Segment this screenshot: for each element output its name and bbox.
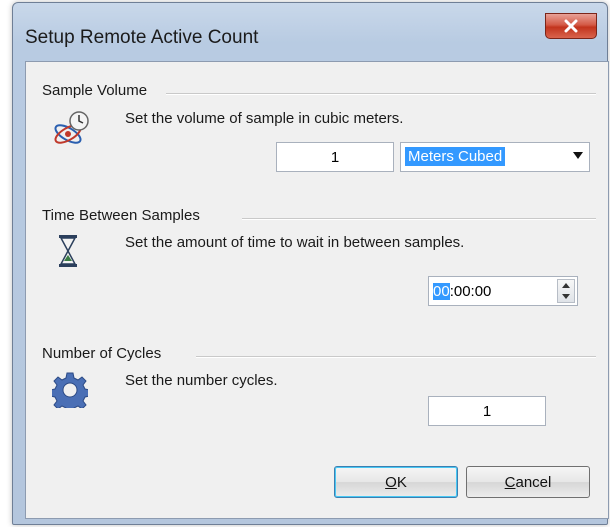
time-between-divider [242,218,596,220]
time-hours-selected: 00 [433,283,450,300]
ok-button[interactable]: OK [334,466,458,498]
dialog-window: Setup Remote Active Count Sample Volume … [12,2,609,525]
atom-clock-icon [54,111,89,144]
time-between-header: Time Between Samples [42,207,200,224]
sample-volume-description: Set the volume of sample in cubic meters… [125,110,404,127]
volume-unit-selected: Meters Cubed [405,147,506,166]
cancel-mnemonic: C [504,473,516,491]
sample-volume-value: 1 [330,148,340,166]
sample-volume-divider [166,93,596,95]
sample-volume-input[interactable]: 1 [276,142,394,172]
time-between-value: 00:00:00 [433,283,491,300]
ok-label-rest: K [396,473,407,491]
spin-down-icon[interactable] [562,294,570,299]
time-between-spinner[interactable]: 00:00:00 [428,276,578,306]
time-spin-buttons[interactable] [557,279,575,303]
cancel-button[interactable]: Cancel [466,466,590,498]
window-title: Setup Remote Active Count [25,27,259,48]
sample-volume-header: Sample Volume [42,82,148,99]
cycles-value: 1 [482,402,492,420]
cycles-input[interactable]: 1 [428,396,546,426]
chevron-down-icon [573,152,583,159]
dialog-client-area: Sample Volume Set the volume of sample i… [25,61,609,519]
title-bar[interactable]: Setup Remote Active Count [13,3,607,61]
time-between-description: Set the amount of time to wait in betwee… [125,234,465,251]
gear-icon [52,372,88,408]
ok-mnemonic: O [385,473,397,491]
close-x-icon [564,19,578,33]
spin-up-icon[interactable] [562,283,570,288]
cycles-divider [196,356,596,358]
cycles-header: Number of Cycles [42,345,162,362]
hourglass-icon [59,235,77,267]
cycles-description: Set the number cycles. [125,372,278,389]
time-minutes-seconds: :00:00 [449,283,492,300]
volume-unit-select[interactable]: Meters Cubed [400,142,590,172]
cancel-label-rest: ancel [515,473,552,491]
close-button[interactable] [545,13,597,39]
